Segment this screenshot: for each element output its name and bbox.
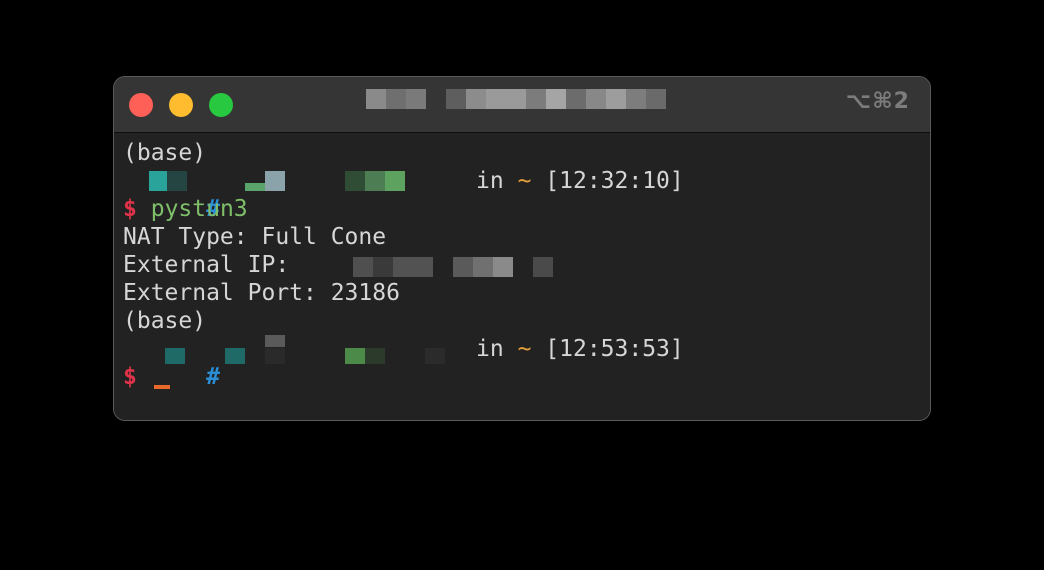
terminal-line-base: (base)	[123, 308, 207, 334]
redacted-ip	[353, 257, 373, 277]
redacted-user	[225, 348, 245, 364]
output-nat-type: NAT Type: Full Cone	[123, 224, 387, 250]
terminal-window: ⌥⌘2 (base) # in ~ [12:32:10] $ pystun3 N…	[113, 76, 931, 421]
redacted-host	[345, 348, 365, 364]
maximize-button[interactable]	[209, 93, 233, 117]
redacted-host	[245, 183, 265, 191]
redacted-host	[365, 171, 385, 191]
redacted-host	[365, 348, 385, 364]
prompt-dir: ~	[517, 168, 532, 194]
command-text: pystun3	[150, 196, 248, 222]
redacted-user	[165, 348, 185, 364]
redacted-host	[265, 348, 285, 364]
text-cursor	[154, 385, 170, 389]
command-line: $ pystun3	[123, 195, 248, 223]
redacted-ip	[473, 257, 493, 277]
prompt-dir: ~	[517, 336, 532, 362]
window-title-redacted	[366, 89, 666, 109]
prompt-time: [12:53:53]	[545, 336, 684, 362]
prompt-in: in ~ [12:32:10]	[476, 167, 684, 195]
redacted-ip	[453, 257, 473, 277]
redacted-host	[265, 171, 285, 191]
prompt-dollar: $	[123, 196, 137, 222]
minimize-button[interactable]	[169, 93, 193, 117]
prompt-in-text: in	[476, 336, 504, 362]
redacted-ip	[493, 257, 513, 277]
redacted-user	[167, 171, 187, 191]
redacted-host	[345, 171, 365, 191]
redacted-host	[265, 335, 285, 347]
terminal-content[interactable]: (base) # in ~ [12:32:10] $ pystun3 NAT T…	[114, 133, 930, 420]
redacted-host	[385, 171, 405, 191]
output-external-port: External Port: 23186	[123, 280, 400, 306]
output-external-ip: External IP:	[123, 252, 290, 278]
redacted-user	[149, 171, 167, 191]
prompt-in-text: in	[476, 168, 504, 194]
terminal-line-base: (base)	[123, 140, 207, 166]
window-shortcut-label: ⌥⌘2	[845, 89, 910, 114]
prompt-dollar: $	[123, 364, 137, 390]
prompt-in: in ~ [12:53:53]	[476, 335, 684, 363]
command-line: $	[123, 363, 137, 391]
redacted-host	[425, 348, 445, 364]
title-bar[interactable]: ⌥⌘2	[114, 77, 930, 133]
redacted-ip	[393, 257, 433, 277]
close-button[interactable]	[129, 93, 153, 117]
redacted-ip	[533, 257, 553, 277]
redacted-ip	[373, 257, 393, 277]
prompt-time: [12:32:10]	[545, 168, 684, 194]
prompt-hash: #	[206, 364, 220, 390]
